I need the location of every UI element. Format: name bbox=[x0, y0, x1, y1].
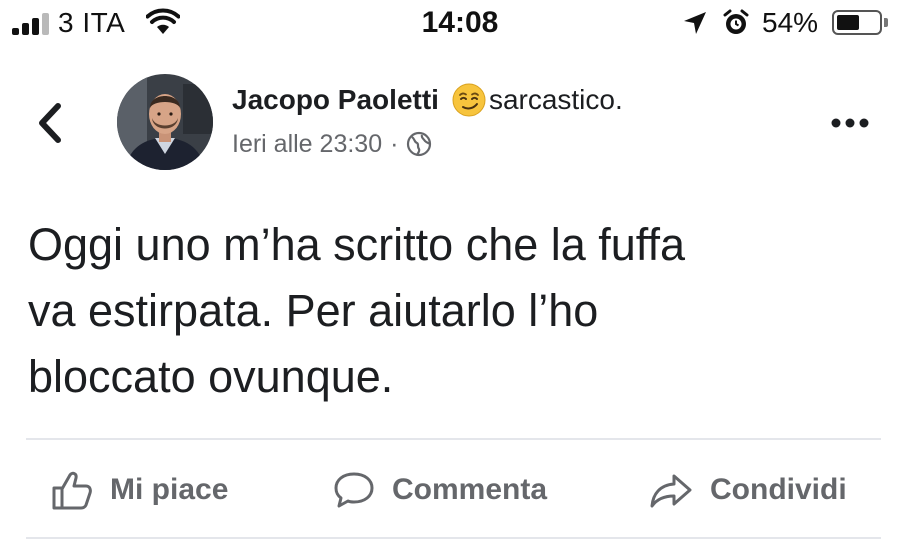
wifi-icon bbox=[146, 8, 180, 34]
battery-percentage: 54% bbox=[762, 7, 819, 38]
comment-bubble-icon bbox=[334, 472, 374, 508]
comment-label: Commenta bbox=[392, 473, 548, 506]
status-bar: 3 ITA 14:08 54% bbox=[0, 0, 907, 48]
author-line: Jacopo Paoletti sarcastico. bbox=[232, 80, 623, 120]
thumbs-up-icon bbox=[52, 471, 92, 510]
signal-icon bbox=[12, 13, 52, 35]
globe-icon bbox=[407, 131, 432, 157]
like-label: Mi piace bbox=[110, 473, 229, 506]
alarm-icon bbox=[723, 9, 749, 34]
smirk-emoji-icon bbox=[452, 83, 486, 117]
battery-icon bbox=[832, 10, 882, 35]
meta-separator: · bbox=[390, 129, 399, 158]
post-timestamp[interactable]: Ieri alle 23:30 bbox=[232, 130, 382, 159]
carrier-name: 3 ITA bbox=[58, 7, 126, 38]
avatar[interactable] bbox=[117, 74, 213, 170]
divider-top bbox=[26, 438, 881, 440]
battery-level-fill bbox=[837, 15, 859, 30]
location-arrow-icon bbox=[684, 12, 706, 34]
comment-button[interactable]: Commenta bbox=[332, 463, 547, 517]
feeling-text[interactable]: sarcastico. bbox=[489, 84, 623, 116]
back-button[interactable] bbox=[30, 96, 70, 150]
divider-bottom bbox=[26, 537, 881, 539]
author-name[interactable]: Jacopo Paoletti bbox=[232, 84, 439, 116]
battery-cap bbox=[884, 18, 888, 27]
share-button[interactable]: Condividi bbox=[648, 463, 847, 517]
share-arrow-icon bbox=[650, 474, 692, 508]
post-meta: Ieri alle 23:30 · bbox=[232, 126, 432, 162]
like-button[interactable]: Mi piace bbox=[50, 463, 228, 517]
post-text: Oggi uno m’ha scritto che la fuffa va es… bbox=[28, 219, 686, 402]
clock-time: 14:08 bbox=[421, 6, 499, 39]
more-options-icon[interactable] bbox=[820, 108, 880, 138]
share-label: Condividi bbox=[710, 473, 847, 506]
